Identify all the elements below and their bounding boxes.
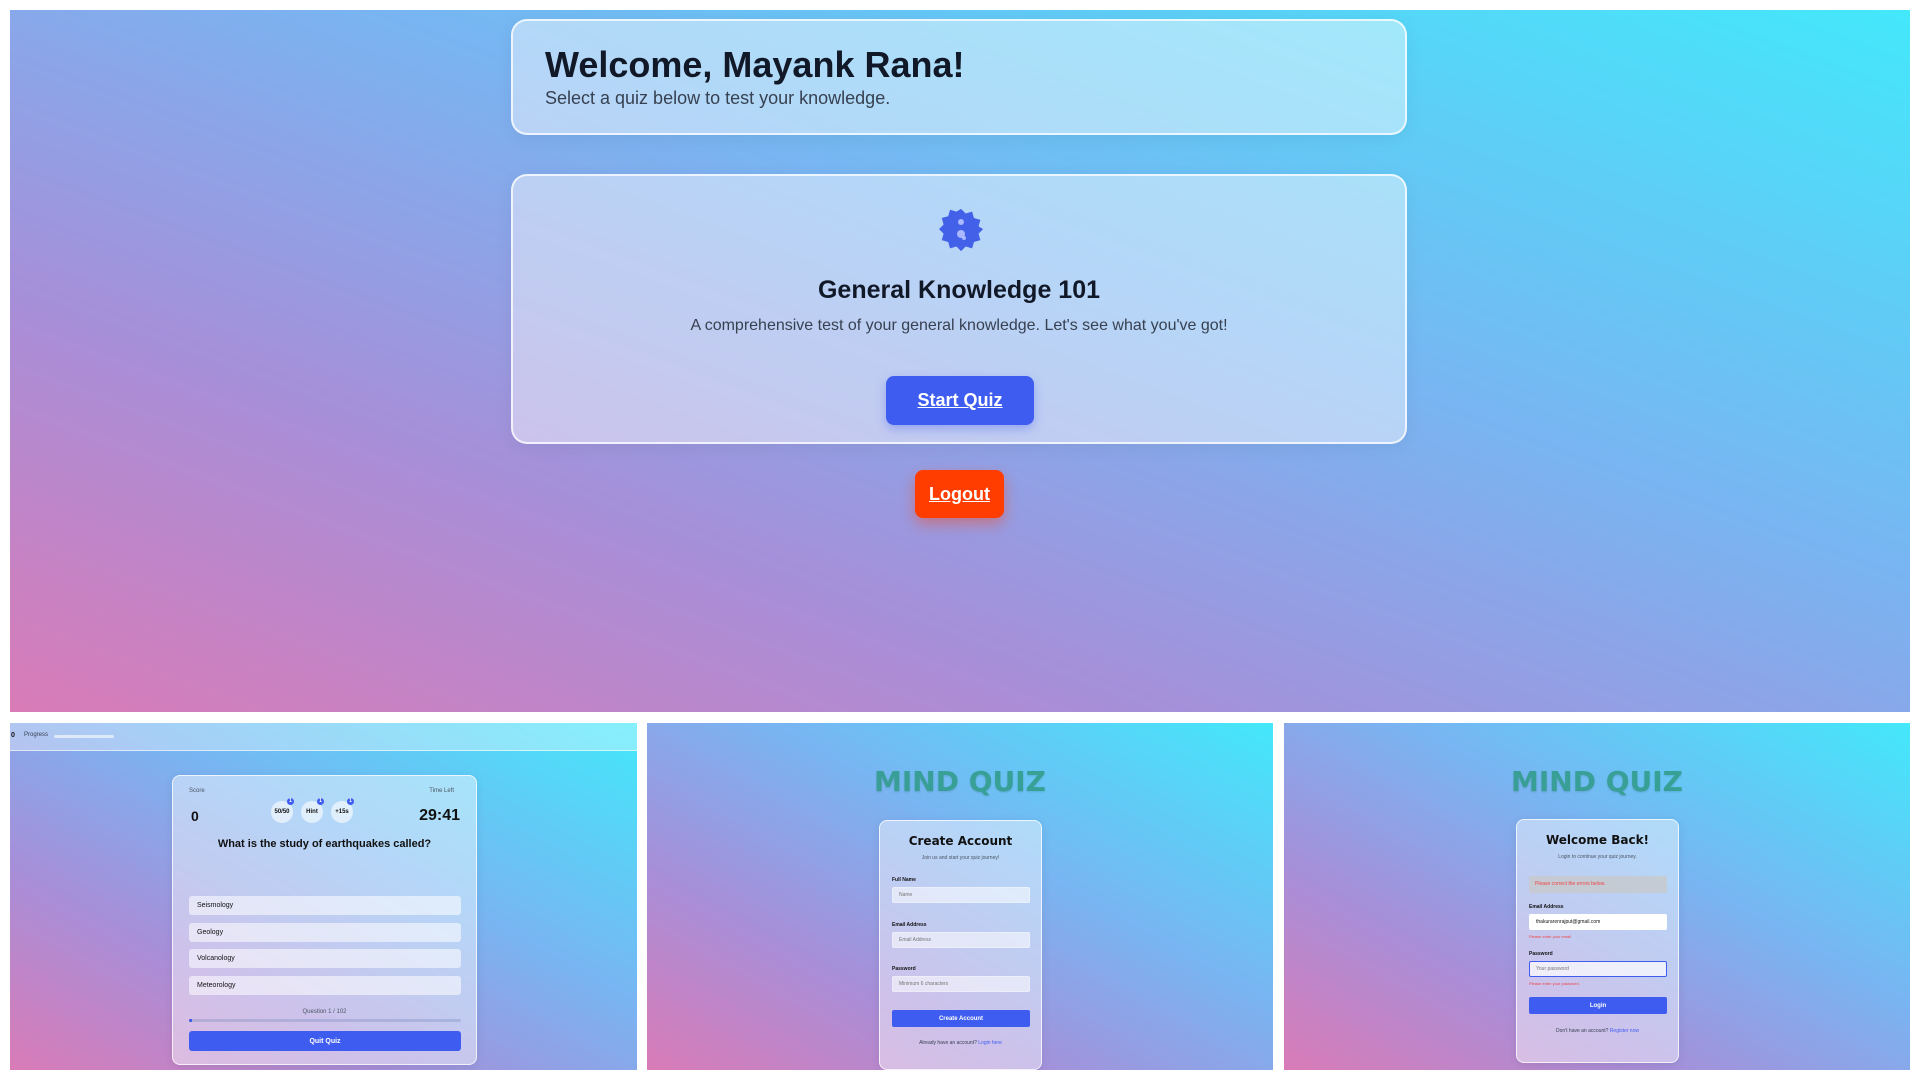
quit-quiz-button[interactable]: Quit Quiz <box>189 1031 461 1051</box>
quiz-screen: 0 Progress Score 0 50/50 1 Hint 1 +15s 1… <box>10 723 637 1070</box>
login-card: Welcome Back! Login to continue your qui… <box>1516 819 1679 1063</box>
quiz-box: Score 0 50/50 1 Hint 1 +15s 1 Time Left … <box>172 775 477 1065</box>
login-footer: Don't have an account? Register now <box>1517 1028 1678 1034</box>
answer-option[interactable]: Geology <box>189 923 461 942</box>
lifeline-count-badge: 1 <box>287 798 294 805</box>
question-counter: Question 1 / 102 <box>302 1009 347 1015</box>
quiz-card: General Knowledge 101 A comprehensive te… <box>511 174 1407 444</box>
lifeline-label: +15s <box>335 809 349 815</box>
score-label: Score <box>189 788 205 794</box>
header-progress-bar <box>54 735 114 738</box>
welcome-title: Welcome, Mayank Rana! <box>545 44 965 85</box>
logout-button[interactable]: Logout <box>915 470 1004 518</box>
lifeline-count-badge: 1 <box>347 798 354 805</box>
register-heading: Create Account <box>908 834 1013 848</box>
login-link[interactable]: Login here <box>978 1040 1002 1046</box>
start-quiz-button[interactable]: Start Quiz <box>886 376 1034 425</box>
login-button[interactable]: Login <box>1529 997 1667 1014</box>
question-text: What is the study of earthquakes called? <box>217 838 432 850</box>
password-error-text: Please enter your password. <box>1529 981 1580 986</box>
register-footer-text: Already have an account? <box>919 1040 977 1046</box>
welcome-card: Welcome, Mayank Rana! Select a quiz belo… <box>511 19 1407 135</box>
lifeline-extra-time-button[interactable]: +15s 1 <box>331 798 354 823</box>
time-left-value: 29:41 <box>419 807 460 824</box>
answer-option[interactable]: Volcanology <box>189 949 461 968</box>
email-label: Email Address <box>1529 904 1564 910</box>
email-input[interactable] <box>1529 914 1667 930</box>
welcome-subtitle: Select a quiz below to test your knowled… <box>545 88 891 108</box>
progress-header: 0 Progress <box>10 723 637 751</box>
email-input[interactable] <box>892 932 1030 948</box>
error-banner: Please correct the errors below. <box>1529 876 1667 893</box>
brand-title: MIND QUIZ <box>874 765 1046 798</box>
quiz-description: A comprehensive test of your general kno… <box>690 317 1228 334</box>
lifeline-hint-button[interactable]: Hint 1 <box>301 798 324 823</box>
full-name-input[interactable] <box>892 887 1030 903</box>
time-left-label: Time Left <box>429 788 454 794</box>
password-label: Password <box>1529 951 1553 957</box>
lifeline-label: 50/50 <box>274 809 290 815</box>
register-link[interactable]: Register now <box>1610 1028 1639 1034</box>
score-value: 0 <box>191 808 199 824</box>
header-score: 0 <box>11 732 15 739</box>
quiz-progress-fill <box>189 1019 192 1022</box>
create-account-button[interactable]: Create Account <box>892 1010 1030 1027</box>
register-footer: Already have an account? Login here <box>880 1040 1041 1046</box>
lifeline-label: Hint <box>306 809 318 815</box>
answer-option[interactable]: Meteorology <box>189 976 461 995</box>
brand-title: MIND QUIZ <box>1511 765 1683 798</box>
register-card: Create Account Join us and start your qu… <box>879 820 1042 1070</box>
lifeline-count-badge: 1 <box>317 798 324 805</box>
login-subheading: Login to continue your quiz journey. <box>1558 854 1637 860</box>
header-progress-label: Progress <box>24 732 49 738</box>
full-name-label: Full Name <box>892 877 916 883</box>
quiz-badge-icon <box>939 208 984 252</box>
password-input[interactable] <box>892 976 1030 992</box>
password-label: Password <box>892 966 916 972</box>
login-footer-text: Don't have an account? <box>1556 1028 1609 1034</box>
password-input[interactable] <box>1529 961 1667 977</box>
dashboard-screen: Welcome, Mayank Rana! Select a quiz belo… <box>10 10 1910 712</box>
login-heading: Welcome Back! <box>1545 833 1650 847</box>
answer-option[interactable]: Seismology <box>189 896 461 915</box>
email-error-text: Please enter your email <box>1529 934 1572 939</box>
register-screen: MIND QUIZ Create Account Join us and sta… <box>647 723 1273 1070</box>
quiz-title: General Knowledge 101 <box>817 276 1101 304</box>
login-screen: MIND QUIZ Welcome Back! Login to continu… <box>1284 723 1910 1070</box>
lifeline-5050-button[interactable]: 50/50 1 <box>271 798 294 823</box>
email-label: Email Address <box>892 922 927 928</box>
register-subheading: Join us and start your quiz journey! <box>921 855 1000 861</box>
quiz-progress-bar <box>189 1019 461 1022</box>
